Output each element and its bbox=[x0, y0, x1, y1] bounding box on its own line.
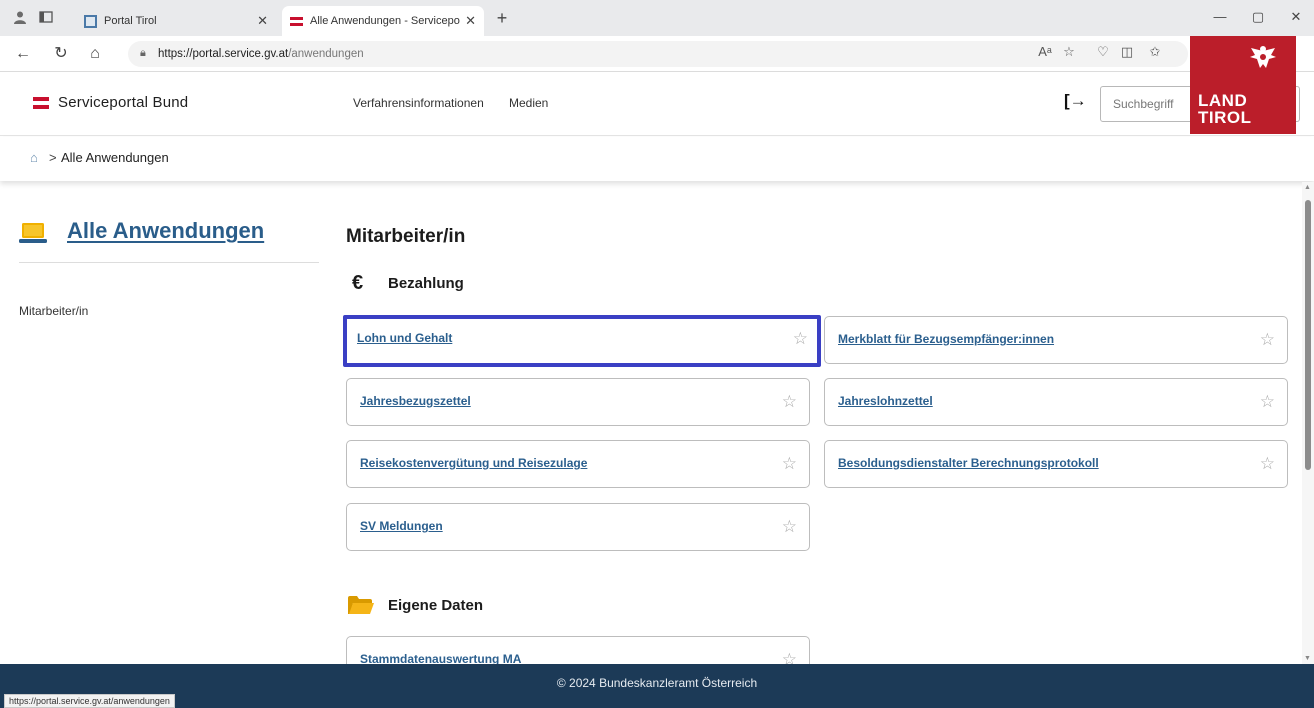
favorite-star-icon[interactable]: ☆ bbox=[782, 392, 797, 412]
sidebar-divider bbox=[19, 262, 319, 263]
browser-tab-bar: Portal Tirol ✕ Alle Anwendungen - Servic… bbox=[0, 0, 1314, 36]
section-title-bezahlung: Bezahlung bbox=[388, 275, 464, 292]
favorite-star-icon[interactable]: ☆ bbox=[782, 454, 797, 474]
breadcrumb-separator: > bbox=[49, 150, 57, 165]
app-card-besoldungsdienstalter[interactable]: Besoldungsdienstalter Berechnungsprotoko… bbox=[824, 440, 1288, 488]
app-card-sv-meldungen[interactable]: SV Meldungen ☆ bbox=[346, 503, 810, 551]
nav-link-verfahrensinformationen[interactable]: Verfahrensinformationen bbox=[353, 96, 484, 110]
app-link[interactable]: Besoldungsdienstalter Berechnungsprotoko… bbox=[838, 456, 1099, 470]
close-tab-icon[interactable]: ✕ bbox=[257, 6, 268, 36]
laptop-icon bbox=[19, 223, 47, 243]
land-tirol-logo: LAND TIROL bbox=[1190, 36, 1296, 134]
url-text: https://portal.service.gv.at/anwendungen bbox=[158, 48, 364, 60]
app-link[interactable]: SV Meldungen bbox=[360, 519, 443, 533]
app-card-merkblatt[interactable]: Merkblatt für Bezugsempfänger:innen ☆ bbox=[824, 316, 1288, 364]
page-title: Mitarbeiter/in bbox=[346, 226, 466, 247]
url-field[interactable]: 🔒︎ https://portal.service.gv.at/anwendun… bbox=[128, 41, 1188, 67]
favorites-icon[interactable]: ✩ bbox=[1146, 42, 1164, 62]
split-screen-icon[interactable]: ◫ bbox=[1118, 42, 1136, 62]
app-link[interactable]: Lohn und Gehalt bbox=[357, 331, 452, 345]
tab-alle-anwendungen[interactable]: Alle Anwendungen - Serviceportal ✕ bbox=[282, 6, 484, 36]
tab-label: Alle Anwendungen - Serviceportal bbox=[310, 15, 460, 27]
app-link[interactable]: Reisekostenvergütung und Reisezulage bbox=[360, 456, 587, 470]
refresh-icon[interactable]: ↻ bbox=[50, 43, 72, 65]
breadcrumb-current: Alle Anwendungen bbox=[61, 150, 169, 165]
page-scrollbar[interactable]: ▲ ▼ bbox=[1302, 182, 1314, 664]
austria-flag-icon bbox=[33, 97, 49, 109]
app-link[interactable]: Merkblatt für Bezugsempfänger:innen bbox=[838, 332, 1054, 346]
status-url: https://portal.service.gv.at/anwendungen bbox=[4, 694, 175, 708]
new-tab-button[interactable]: + bbox=[490, 8, 514, 30]
favorite-star-icon[interactable]: ☆ bbox=[793, 329, 808, 349]
euro-icon: € bbox=[352, 272, 364, 294]
logout-icon[interactable]: [→ bbox=[1064, 90, 1087, 112]
home-icon[interactable]: ⌂ bbox=[84, 43, 106, 65]
lock-icon: 🔒︎ bbox=[140, 47, 146, 59]
close-tab-icon[interactable]: ✕ bbox=[465, 6, 476, 36]
tab-actions-icon[interactable] bbox=[38, 10, 54, 26]
restore-icon[interactable]: ▢ bbox=[1248, 9, 1268, 25]
browser-essentials-icon[interactable]: ♡ bbox=[1094, 42, 1112, 62]
folder-icon bbox=[348, 596, 374, 614]
app-link[interactable]: Jahreslohnzettel bbox=[838, 394, 933, 408]
scrollbar-thumb[interactable] bbox=[1305, 200, 1311, 470]
scroll-down-icon[interactable]: ▼ bbox=[1304, 655, 1311, 662]
breadcrumb: ⌂ > Alle Anwendungen bbox=[0, 137, 1314, 181]
scroll-up-icon[interactable]: ▲ bbox=[1304, 184, 1311, 191]
site-header: Serviceportal Bund Verfahrensinformation… bbox=[0, 72, 1314, 136]
favorite-star-icon[interactable]: ☆ bbox=[782, 517, 797, 537]
back-icon[interactable]: ← bbox=[12, 43, 34, 65]
brand-name[interactable]: Serviceportal Bund bbox=[58, 94, 188, 111]
eagle-icon bbox=[1250, 46, 1276, 68]
nav-link-medien[interactable]: Medien bbox=[509, 96, 548, 110]
favorite-star-icon[interactable]: ☆ bbox=[1260, 392, 1275, 412]
tab-label: Portal Tirol bbox=[104, 15, 157, 27]
site-footer: © 2024 Bundeskanzleramt Österreich bbox=[0, 664, 1314, 708]
favorite-star-icon[interactable]: ☆ bbox=[1260, 330, 1275, 350]
tab-portal-tirol[interactable]: Portal Tirol ✕ bbox=[76, 6, 276, 36]
app-card-reisekosten[interactable]: Reisekostenvergütung und Reisezulage ☆ bbox=[346, 440, 810, 488]
home-icon[interactable]: ⌂ bbox=[30, 151, 44, 165]
app-card-jahresbezugszettel[interactable]: Jahresbezugszettel ☆ bbox=[346, 378, 810, 426]
sidebar-item-mitarbeiter[interactable]: Mitarbeiter/in bbox=[19, 304, 88, 318]
app-card-jahreslohnzettel[interactable]: Jahreslohnzettel ☆ bbox=[824, 378, 1288, 426]
address-bar-row: ← ↻ ⌂ 🔒︎ https://portal.service.gv.at/an… bbox=[0, 36, 1314, 72]
app-card-lohn-und-gehalt[interactable]: Lohn und Gehalt ☆ bbox=[343, 315, 821, 367]
footer-copyright: © 2024 Bundeskanzleramt Österreich bbox=[556, 676, 758, 690]
section-title-eigene-daten: Eigene Daten bbox=[388, 597, 484, 614]
land-tirol-text: LAND TIROL bbox=[1198, 91, 1252, 127]
portal-tirol-favicon bbox=[84, 15, 97, 28]
app-link[interactable]: Jahresbezugszettel bbox=[360, 394, 471, 408]
favorite-star-icon[interactable]: ☆ bbox=[1260, 454, 1275, 474]
close-window-icon[interactable]: ✕ bbox=[1286, 9, 1306, 25]
serviceportal-favicon bbox=[290, 17, 303, 26]
favorite-star-icon[interactable]: ☆ bbox=[1060, 42, 1078, 62]
sidebar-title-link[interactable]: Alle Anwendungen bbox=[67, 218, 264, 244]
minimize-icon[interactable]: — bbox=[1210, 9, 1230, 24]
profile-icon[interactable] bbox=[12, 10, 28, 26]
read-aloud-icon[interactable]: Aᵃ bbox=[1036, 42, 1054, 62]
